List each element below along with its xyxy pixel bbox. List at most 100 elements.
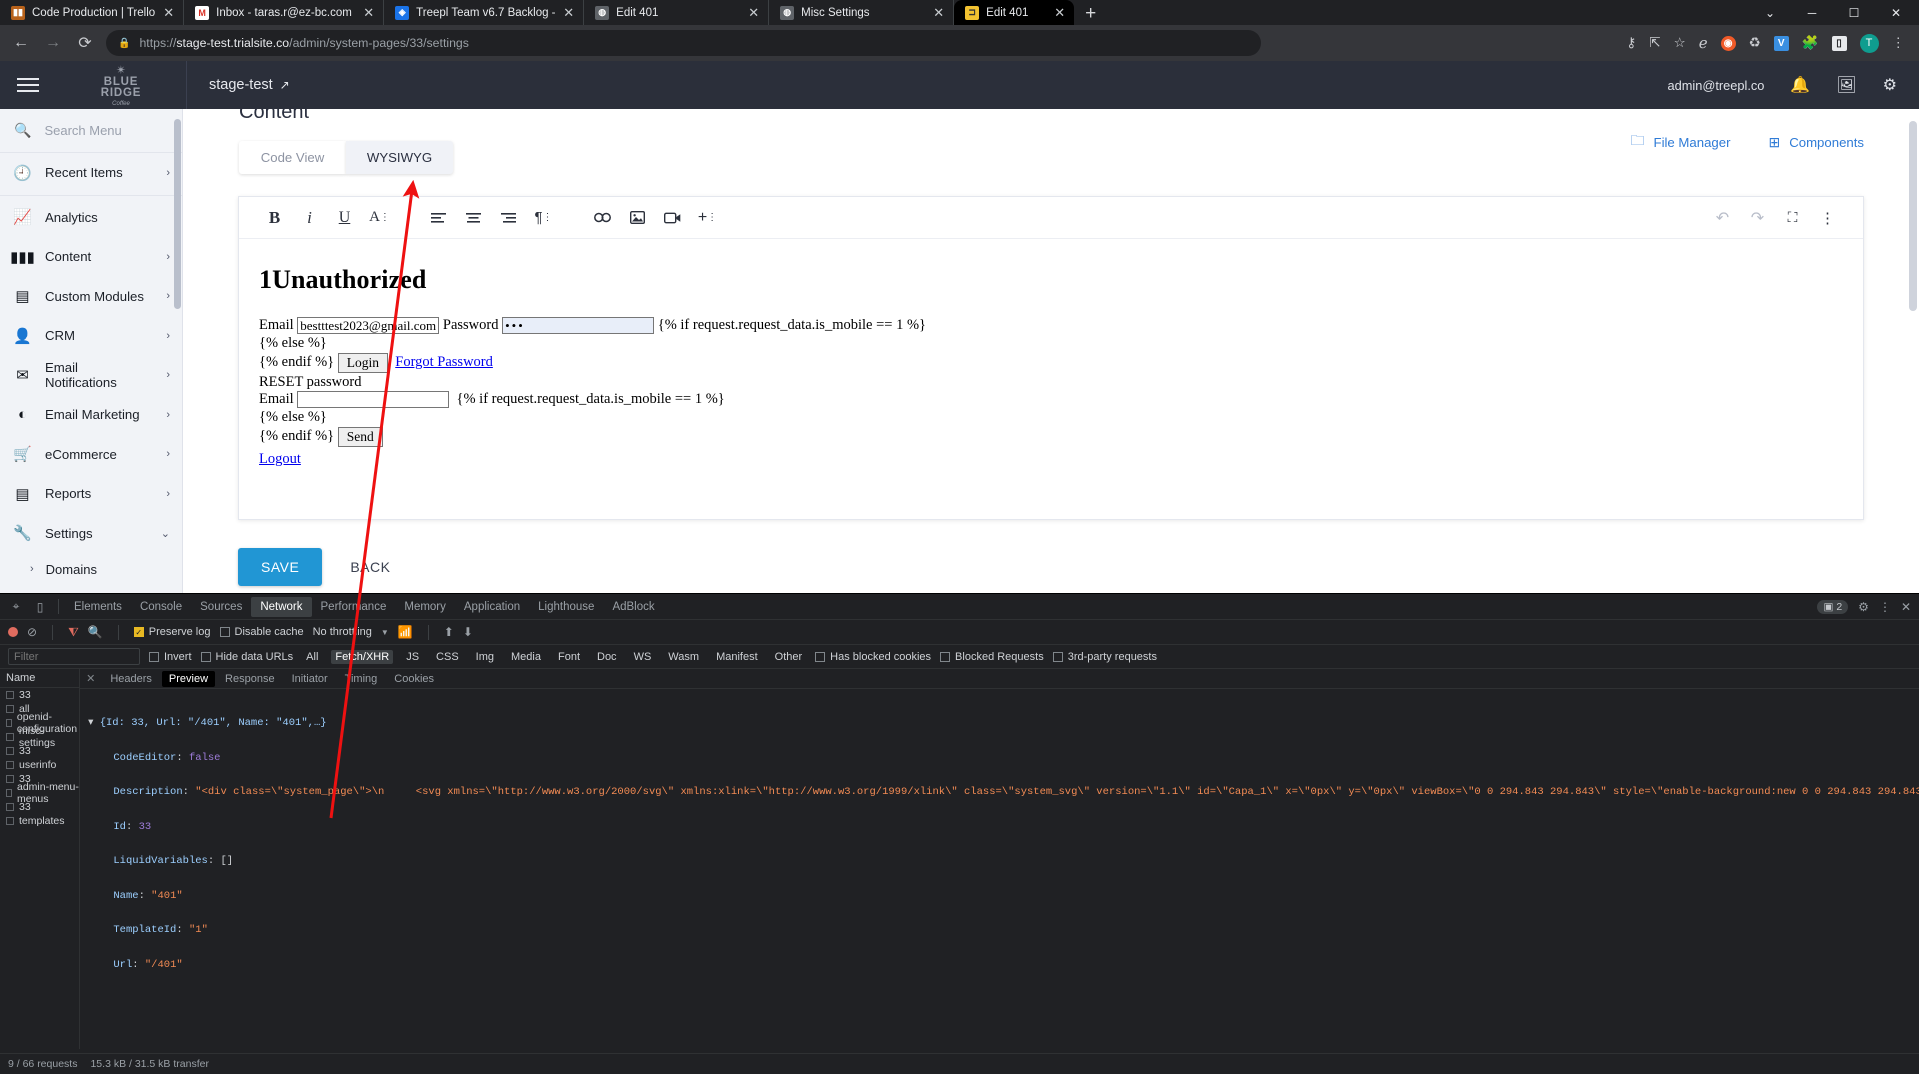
close-icon[interactable]: ✕ [1053, 6, 1066, 19]
request-row[interactable]: userinfo [0, 758, 79, 772]
chevron-down-icon[interactable]: ▼ [381, 628, 389, 637]
detail-tab-preview[interactable]: Preview [161, 670, 216, 687]
image-icon[interactable] [620, 197, 655, 239]
close-icon[interactable]: ✕ [562, 6, 575, 19]
devtools-tab-adblock[interactable]: AdBlock [603, 597, 663, 617]
invert-checkbox[interactable]: Invert [149, 651, 192, 663]
export-har-icon[interactable]: ⬇ [463, 625, 473, 639]
filter-type-wasm[interactable]: Wasm [664, 650, 703, 664]
detail-tab-initiator[interactable]: Initiator [285, 671, 335, 687]
hamburger-icon[interactable] [0, 78, 56, 92]
request-row[interactable]: 33 [0, 688, 79, 702]
warning-badge[interactable]: ▣ 2 [1817, 599, 1849, 614]
filter-type-img[interactable]: Img [472, 650, 498, 664]
more-icon[interactable]: ⋮ [1879, 600, 1891, 614]
align-center-icon[interactable] [456, 197, 491, 239]
detail-tab-headers[interactable]: Headers [103, 671, 159, 687]
browser-menu-icon[interactable]: ⋮ [1892, 35, 1906, 51]
more-options-icon[interactable]: ⋮ [1810, 197, 1845, 239]
bold-icon[interactable]: B [257, 197, 292, 239]
browser-tab[interactable]: ◈ Treepl Team v6.7 Backlog - Board ✕ [384, 0, 585, 25]
filter-type-css[interactable]: CSS [432, 650, 463, 664]
record-icon[interactable] [8, 627, 18, 637]
v-extension-icon[interactable]: V [1773, 35, 1789, 51]
italic-icon[interactable]: i [292, 197, 327, 239]
disable-cache-checkbox[interactable]: Disable cache [219, 626, 304, 638]
align-left-icon[interactable] [421, 197, 456, 239]
close-icon[interactable]: ✕ [932, 6, 945, 19]
fullscreen-icon[interactable]: ⛶ [1775, 197, 1810, 239]
sidebar-scrollbar[interactable] [174, 109, 181, 593]
bell-icon[interactable]: 🔔 [1790, 75, 1810, 95]
sidebar-item-recent-items[interactable]: 🕘 Recent Items › [0, 153, 182, 193]
sidebar-item-ecommerce[interactable]: 🛒 eCommerce › [0, 435, 182, 475]
maximize-button[interactable]: ☐ [1833, 0, 1875, 25]
external-link-icon[interactable]: ↗ [280, 78, 290, 92]
browser-tab[interactable]: ◍ Edit 401 ✕ [584, 0, 770, 25]
devtools-tab-elements[interactable]: Elements [65, 597, 131, 617]
logout-link[interactable]: Logout [259, 451, 301, 468]
sidebar-item-reports[interactable]: ▤ Reports › [0, 474, 182, 514]
file-manager-button[interactable]: 🗀 File Manager [1631, 130, 1731, 154]
filter-type-font[interactable]: Font [554, 650, 584, 664]
main-scrollbar-thumb[interactable] [1909, 121, 1917, 311]
devtools-tab-console[interactable]: Console [131, 597, 191, 617]
device-toggle-icon[interactable]: ▯ [28, 600, 52, 614]
tab-code-view[interactable]: Code View [239, 141, 346, 174]
filter-type-fetch-xhr[interactable]: Fetch/XHR [331, 649, 394, 664]
browser-tab[interactable]: M Inbox - taras.r@ez-bc.com - EZ-B ✕ [184, 0, 385, 25]
reload-icon[interactable]: ⟳ [74, 33, 96, 53]
sidebar-subitem-domains[interactable]: › Domains [0, 553, 182, 585]
send-button[interactable]: Send [337, 426, 383, 447]
address-bar[interactable]: 🔒 https://stage-test.trialsite.co/admin/… [106, 30, 1261, 56]
throttling-select[interactable]: No throttling [313, 626, 372, 638]
back-button[interactable]: BACK [350, 559, 390, 575]
gear-icon[interactable]: ⚙ [1883, 75, 1897, 95]
login-button[interactable]: Login [337, 352, 388, 373]
key-icon[interactable]: ⚷ [1626, 35, 1636, 51]
devtools-tab-network[interactable]: Network [251, 596, 312, 617]
align-right-icon[interactable] [491, 197, 526, 239]
filter-type-all[interactable]: All [302, 650, 322, 664]
sidebar-item-analytics[interactable]: 📈 Analytics [0, 198, 182, 238]
star-icon[interactable]: ☆ [1674, 35, 1686, 51]
gear-icon[interactable]: ⚙ [1858, 600, 1869, 614]
devtools-tab-memory[interactable]: Memory [395, 597, 455, 617]
tab-wysiwyg[interactable]: WYSIWYG [346, 141, 453, 174]
request-row[interactable]: misc-settings [0, 725, 79, 749]
third-party-requests-checkbox[interactable]: 3rd-party requests [1052, 651, 1157, 663]
filter-type-manifest[interactable]: Manifest [712, 650, 762, 664]
wifi-icon[interactable]: 📶 [398, 625, 413, 639]
components-button[interactable]: ⊞ Components [1768, 134, 1864, 151]
devtools-tab-sources[interactable]: Sources [191, 597, 251, 617]
close-icon[interactable]: ✕ [162, 6, 175, 19]
browser-tab[interactable]: ▮▮ Code Production | Trello ✕ [0, 0, 185, 25]
recycle-icon[interactable]: ♻ [1749, 35, 1761, 51]
sidebar-item-custom-modules[interactable]: ▤ Custom Modules › [0, 277, 182, 317]
sidebar-item-content[interactable]: ▮▮▮ Content › [0, 237, 182, 277]
filter-type-ws[interactable]: WS [630, 650, 656, 664]
chevron-down-icon[interactable]: ⌄ [1749, 0, 1791, 25]
email-field[interactable] [297, 317, 440, 334]
forgot-password-link[interactable]: Forgot Password [395, 354, 493, 371]
detail-tab-cookies[interactable]: Cookies [387, 671, 441, 687]
filter-type-other[interactable]: Other [771, 650, 807, 664]
import-har-icon[interactable]: ⬆ [444, 625, 454, 639]
link-icon[interactable] [585, 197, 620, 239]
browser-tab-active[interactable]: ⊐ Edit 401 ✕ [954, 0, 1075, 25]
underline-icon[interactable]: U [327, 197, 362, 239]
request-row[interactable]: templates [0, 814, 79, 828]
share-icon[interactable]: ⇱ [1649, 35, 1660, 51]
devtools-tab-performance[interactable]: Performance [312, 597, 396, 617]
site-name[interactable]: stage-test ↗ [209, 77, 290, 93]
json-root-row[interactable]: ▾ {Id: 33, Url: "/401", Name: "401",…} [88, 717, 1919, 730]
detail-tab-response[interactable]: Response [218, 671, 282, 687]
reset-email-field[interactable] [297, 391, 450, 408]
editor-body[interactable]: 1Unauthorized Email Password {% if reque… [239, 239, 1863, 467]
sidebar-item-email-marketing[interactable]: ◐ Email Marketing › [0, 395, 182, 435]
sidebar-icon[interactable]: ▯ [1831, 35, 1847, 51]
avatar[interactable]: T [1859, 33, 1879, 53]
puzzle-icon[interactable]: 🧩 [1802, 35, 1819, 51]
sidebar-item-settings[interactable]: 🔧 Settings ⌄ [0, 514, 182, 554]
devtools-tab-application[interactable]: Application [455, 597, 529, 617]
